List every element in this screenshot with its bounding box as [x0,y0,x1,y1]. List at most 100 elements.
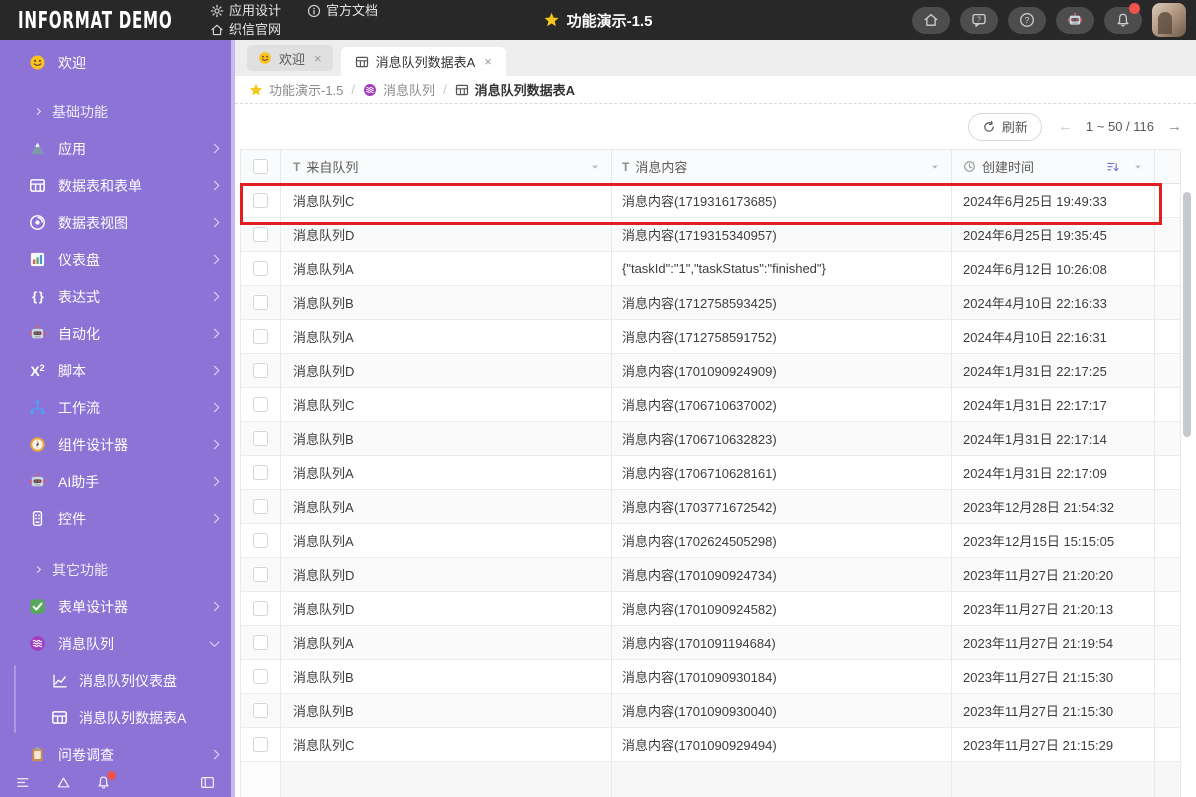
table-row[interactable]: 消息队列C 消息内容(1706710637002) 2024年1月31日 22:… [240,388,1181,422]
row-checkbox[interactable] [253,431,268,446]
sidebar-item-form-designer[interactable]: 表单设计器 [0,588,235,625]
column-header-time[interactable]: 创建时间 [952,150,1155,183]
row-checkbox[interactable] [253,567,268,582]
sidebar-item-widgets[interactable]: 控件 [0,500,235,537]
row-checkbox[interactable] [253,465,268,480]
row-checkbox[interactable] [253,193,268,208]
select-all-checkbox[interactable] [253,159,268,174]
sidebar-item-table-views[interactable]: 数据表视图 [0,204,235,241]
sidebar-item-mq-table-a[interactable]: 消息队列数据表A [0,699,235,736]
home-button[interactable] [912,6,950,34]
close-icon[interactable]: × [314,51,322,66]
sidebar-scrollbar[interactable] [231,40,235,797]
row-checkbox[interactable] [253,227,268,242]
cell-filler [1155,184,1181,217]
sidebar-item-dashboards[interactable]: 仪表盘 [0,241,235,278]
table-row[interactable]: 消息队列B 消息内容(1701090930040) 2023年11月27日 21… [240,694,1181,728]
close-icon[interactable]: × [484,54,492,69]
table-row[interactable]: 消息队列B 消息内容(1706710632823) 2024年1月31日 22:… [240,422,1181,456]
chevron-down-icon[interactable] [1132,161,1144,173]
notifications-button[interactable] [1104,2,1142,34]
sidebar-item-label: 消息队列 [58,635,114,652]
sidebar-item-message-queue[interactable]: 消息队列 [0,625,235,662]
sidebar-item-tables-forms[interactable]: 数据表和表单 [0,167,235,204]
empty-row[interactable] [240,762,1181,797]
prev-page-button[interactable]: ← [1058,118,1073,135]
cell-time: 2024年1月31日 22:17:25 [952,354,1155,387]
table-row[interactable]: 消息队列B 消息内容(1712758593425) 2024年4月10日 22:… [240,286,1181,320]
collapse-panel-icon[interactable] [200,775,215,790]
chevron-down-icon[interactable] [929,161,941,173]
triangle-icon[interactable] [56,775,71,790]
sidebar-item-ai-assistant[interactable]: AI助手 [0,463,235,500]
chevron-right-icon [209,328,220,339]
sidebar-section-other[interactable]: 其它功能 [0,551,235,588]
table-row[interactable]: 消息队列A 消息内容(1703771672542) 2023年12月28日 21… [240,490,1181,524]
column-header-queue[interactable]: T 来自队列 [281,150,612,183]
sidebar-item-scripts[interactable]: X2 脚本 [0,352,235,389]
row-checkbox[interactable] [253,261,268,276]
row-checkbox[interactable] [253,703,268,718]
table-row[interactable]: 消息队列C 消息内容(1719316173685) 2024年6月25日 19:… [240,183,1181,225]
menu-official-docs[interactable]: 官方文档 [307,2,378,20]
row-checkbox[interactable] [253,533,268,548]
table-row[interactable]: 消息队列A 消息内容(1706710628161) 2024年1月31日 22:… [240,456,1181,490]
row-checkbox[interactable] [253,669,268,684]
row-checkbox[interactable] [253,737,268,752]
table-row[interactable]: 消息队列D 消息内容(1719315340957) 2024年6月25日 19:… [240,218,1181,252]
sidebar-item-apps[interactable]: 应用 [0,130,235,167]
next-page-button[interactable]: → [1167,118,1182,135]
table-row[interactable]: 消息队列C 消息内容(1701090929494) 2023年11月27日 21… [240,728,1181,762]
bell-icon[interactable] [96,770,116,790]
column-header-content[interactable]: T 消息内容 [612,150,952,183]
row-checkbox[interactable] [253,635,268,650]
chevron-down-icon[interactable] [589,161,601,173]
row-checkbox-cell [240,694,281,727]
menu-official-site[interactable]: 织信官网 [210,21,281,39]
sidebar-item-label: 表达式 [58,288,100,305]
sidebar-item-component-designer[interactable]: 组件设计器 [0,426,235,463]
feedback-button[interactable] [960,6,998,34]
table-row[interactable]: 消息队列A 消息内容(1712758591752) 2024年4月10日 22:… [240,320,1181,354]
row-checkbox[interactable] [253,363,268,378]
vertical-scrollbar[interactable] [1183,192,1191,437]
cell-filler [1155,456,1181,489]
menu-app-design[interactable]: 应用设计 [210,2,281,20]
user-avatar[interactable] [1152,3,1186,37]
cell-queue: 消息队列B [281,286,612,319]
sidebar-item-label: 消息队列数据表A [79,709,187,726]
help-button[interactable] [1008,6,1046,34]
home-icon [923,12,939,28]
row-checkbox[interactable] [253,499,268,514]
table-grid-icon [355,55,369,69]
table-row[interactable]: 消息队列D 消息内容(1701090924582) 2023年11月27日 21… [240,592,1181,626]
sort-descending-icon[interactable] [1106,160,1120,174]
row-checkbox[interactable] [253,397,268,412]
table-row[interactable]: 消息队列A 消息内容(1701091194684) 2023年11月27日 21… [240,626,1181,660]
cell-queue: 消息队列C [281,184,612,217]
assistant-button[interactable] [1056,6,1094,34]
sidebar-item-automation[interactable]: 自动化 [0,315,235,352]
table-row[interactable]: 消息队列D 消息内容(1701090924909) 2024年1月31日 22:… [240,354,1181,388]
tab-mq-table-a[interactable]: 消息队列数据表A × [340,47,506,76]
breadcrumb-item-app[interactable]: 功能演示-1.5 [249,80,343,99]
menu-lines-icon[interactable] [16,775,31,790]
table-row[interactable]: 消息队列A 消息内容(1702624505298) 2023年12月15日 15… [240,524,1181,558]
table-row[interactable]: 消息队列A {"taskId":"1","taskStatus":"finish… [240,252,1181,286]
sidebar-section-label: 基础功能 [52,103,108,120]
breadcrumb-item-queue[interactable]: 消息队列 [363,80,435,99]
row-checkbox[interactable] [253,295,268,310]
row-checkbox[interactable] [253,601,268,616]
sidebar-item-workflow[interactable]: 工作流 [0,389,235,426]
row-checkbox-cell [240,626,281,659]
smiley-icon [28,54,47,71]
refresh-button[interactable]: 刷新 [967,112,1042,141]
tab-welcome[interactable]: 欢迎 × [247,45,333,71]
sidebar-item-mq-dashboard[interactable]: 消息队列仪表盘 [0,662,235,699]
table-row[interactable]: 消息队列B 消息内容(1701090930184) 2023年11月27日 21… [240,660,1181,694]
table-row[interactable]: 消息队列D 消息内容(1701090924734) 2023年11月27日 21… [240,558,1181,592]
sidebar-section-basic[interactable]: 基础功能 [0,93,235,130]
sidebar-item-expressions[interactable]: { } 表达式 [0,278,235,315]
sidebar-item-welcome[interactable]: 欢迎 [0,44,235,81]
row-checkbox[interactable] [253,329,268,344]
